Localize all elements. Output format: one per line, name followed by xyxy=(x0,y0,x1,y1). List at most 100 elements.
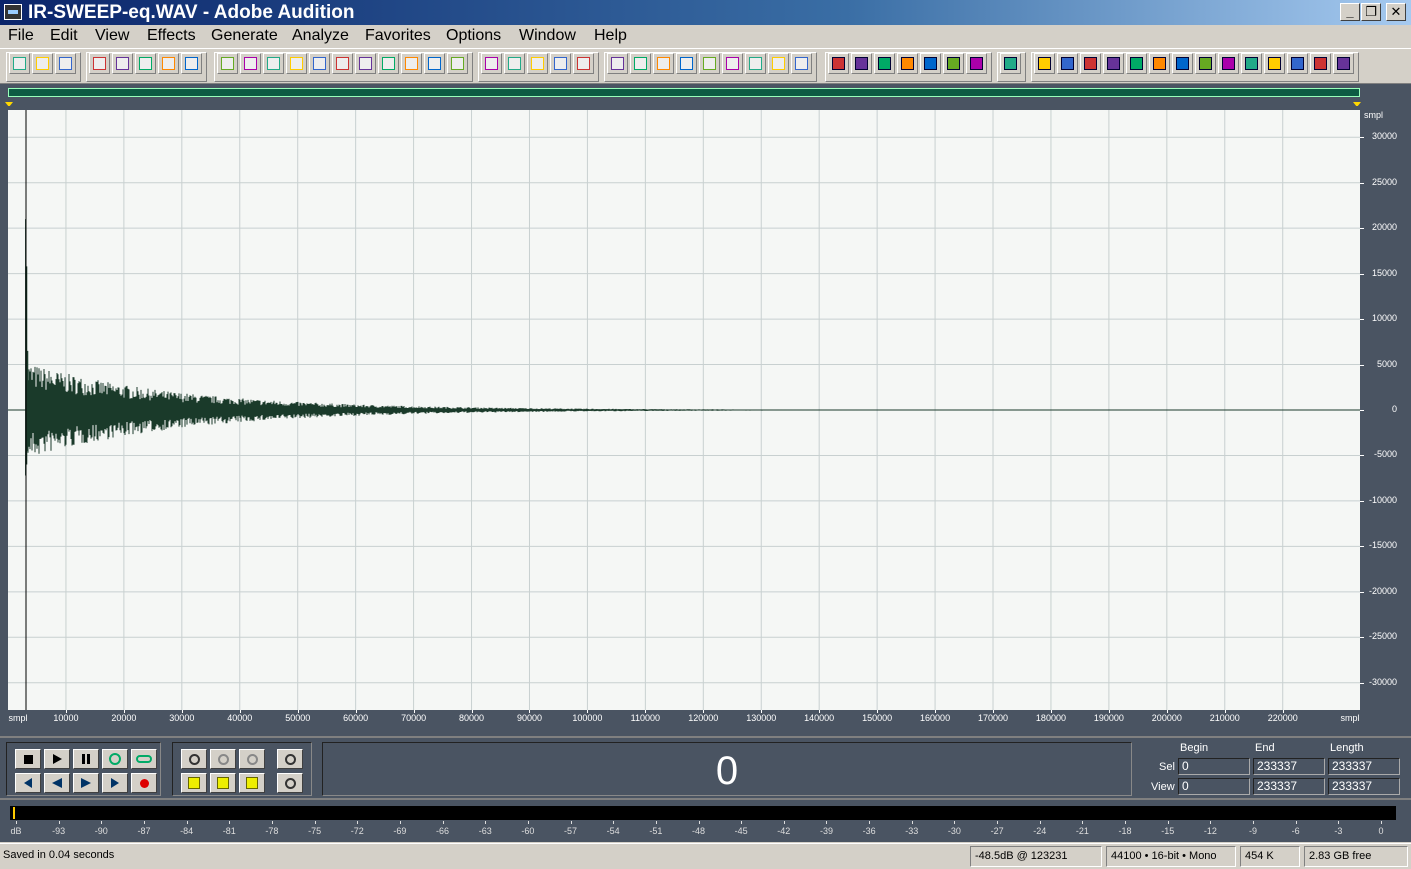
ap42-button[interactable] xyxy=(1057,53,1078,74)
zoom-to-left-button[interactable] xyxy=(181,773,207,793)
bars-button[interactable] xyxy=(1218,53,1239,74)
zoom-in-vertical-button[interactable] xyxy=(277,749,303,769)
cross-button[interactable] xyxy=(1126,53,1147,74)
mr-button[interactable] xyxy=(1080,53,1101,74)
itu-p56-button[interactable] xyxy=(1287,53,1308,74)
zoom-to-right-button[interactable] xyxy=(210,773,236,793)
edit-tool-button[interactable] xyxy=(943,53,964,74)
burst-button[interactable] xyxy=(1195,53,1216,74)
crop-button[interactable] xyxy=(424,53,445,74)
marker-tool-button[interactable] xyxy=(966,53,987,74)
zoom-out-horizontal-button[interactable] xyxy=(210,749,236,769)
spectrum-button[interactable] xyxy=(897,53,918,74)
pen-button[interactable] xyxy=(920,53,941,74)
loop-button[interactable] xyxy=(131,749,157,769)
title-bar[interactable]: IR-SWEEP-eq.WAV - Adobe Audition _ ❐ ✕ xyxy=(0,0,1411,25)
multitrack-view-button[interactable] xyxy=(32,53,53,74)
eq-button[interactable] xyxy=(1333,53,1354,74)
new-file-button[interactable] xyxy=(89,53,110,74)
select-entire-button[interactable] xyxy=(286,53,307,74)
group-3-button[interactable] xyxy=(573,53,594,74)
menu-window[interactable]: Window xyxy=(519,27,576,45)
rewind-button[interactable] xyxy=(44,773,70,793)
analysis-1-button[interactable] xyxy=(828,53,849,74)
zoom-full-button[interactable] xyxy=(239,749,265,769)
zoom-out-vertical-button[interactable] xyxy=(277,773,303,793)
track-view-button[interactable] xyxy=(791,53,812,74)
color-button[interactable] xyxy=(768,53,789,74)
overview-strip[interactable] xyxy=(0,84,1411,107)
record-button[interactable] xyxy=(131,773,157,793)
go-to-start-button[interactable] xyxy=(15,773,41,793)
view-begin-field[interactable]: 0 xyxy=(1178,778,1250,795)
irs-button[interactable] xyxy=(851,53,872,74)
menu-view[interactable]: View xyxy=(95,27,129,45)
save-button[interactable] xyxy=(135,53,156,74)
restore-button[interactable]: ❐ xyxy=(1361,3,1381,21)
waves-button[interactable] xyxy=(1241,53,1262,74)
overview-bar[interactable] xyxy=(8,88,1360,97)
view-length-field[interactable]: 233337 xyxy=(1328,778,1400,795)
sel-end-field[interactable]: 233337 xyxy=(1253,758,1325,775)
close-button[interactable]: ✕ xyxy=(1386,3,1406,21)
group-2-button[interactable] xyxy=(550,53,571,74)
zoom-button[interactable] xyxy=(699,53,720,74)
app-icon[interactable] xyxy=(4,4,22,20)
waveform-display[interactable] xyxy=(8,110,1360,710)
ap4-button[interactable] xyxy=(1034,53,1055,74)
save-as-button[interactable] xyxy=(158,53,179,74)
undo-button[interactable] xyxy=(217,53,238,74)
paste-new-button[interactable] xyxy=(378,53,399,74)
menu-edit[interactable]: Edit xyxy=(50,27,78,45)
x-tick-label: 180000 xyxy=(1035,713,1066,723)
frequency-button[interactable] xyxy=(745,53,766,74)
minimize-button[interactable]: _ xyxy=(1340,3,1360,21)
go-to-end-button[interactable] xyxy=(102,773,128,793)
mls-button[interactable] xyxy=(874,53,895,74)
lambda-button[interactable] xyxy=(1264,53,1285,74)
zoom-in-horizontal-button[interactable] xyxy=(181,749,207,769)
menu-analyze[interactable]: Analyze xyxy=(292,27,349,45)
play-button[interactable] xyxy=(44,749,70,769)
view-end-field[interactable]: 233337 xyxy=(1253,778,1325,795)
copy-button[interactable] xyxy=(309,53,330,74)
cut-button[interactable] xyxy=(332,53,353,74)
play-to-end-button[interactable] xyxy=(102,749,128,769)
sti-button[interactable] xyxy=(1310,53,1331,74)
trim-button[interactable] xyxy=(447,53,468,74)
spectral-view-button[interactable] xyxy=(607,53,628,74)
properties-button[interactable] xyxy=(504,53,525,74)
open-folder-button[interactable] xyxy=(112,53,133,74)
stop-button[interactable] xyxy=(15,749,41,769)
menu-effects[interactable]: Effects xyxy=(147,27,196,45)
time-display-button[interactable] xyxy=(722,53,743,74)
paste-button[interactable] xyxy=(355,53,376,74)
mix-paste-button[interactable] xyxy=(401,53,422,74)
zoom-to-selection-button[interactable] xyxy=(239,773,265,793)
menu-file[interactable]: File xyxy=(8,27,34,45)
menu-help[interactable]: Help xyxy=(594,27,627,45)
lightning-button[interactable] xyxy=(1149,53,1170,74)
filter-button[interactable] xyxy=(1172,53,1193,74)
menu-options[interactable]: Options xyxy=(446,27,501,45)
waveform-area[interactable]: 30000 25000 20000 15000 10000 5000 0 -5000 -1000… xyxy=(0,106,1411,736)
envelope-button[interactable] xyxy=(481,53,502,74)
redo-button[interactable] xyxy=(240,53,261,74)
save-all-button[interactable] xyxy=(181,53,202,74)
playlist-button[interactable] xyxy=(653,53,674,74)
va-rp-button[interactable] xyxy=(1103,53,1124,74)
cue-list-button[interactable] xyxy=(630,53,651,74)
fast-forward-button[interactable] xyxy=(73,773,99,793)
menu-generate[interactable]: Generate xyxy=(211,27,278,45)
menu-favorites[interactable]: Favorites xyxy=(365,27,431,45)
sel-begin-field[interactable]: 0 xyxy=(1178,758,1250,775)
waveform-view-button[interactable] xyxy=(9,53,30,74)
repeat-last-button[interactable] xyxy=(263,53,284,74)
sel-length-field[interactable]: 233337 xyxy=(1328,758,1400,775)
group-1-button[interactable] xyxy=(527,53,548,74)
play-button[interactable] xyxy=(676,53,697,74)
x-tick xyxy=(413,710,415,713)
cd-view-button[interactable] xyxy=(55,53,76,74)
scope-button[interactable] xyxy=(1000,53,1021,74)
pause-button[interactable] xyxy=(73,749,99,769)
